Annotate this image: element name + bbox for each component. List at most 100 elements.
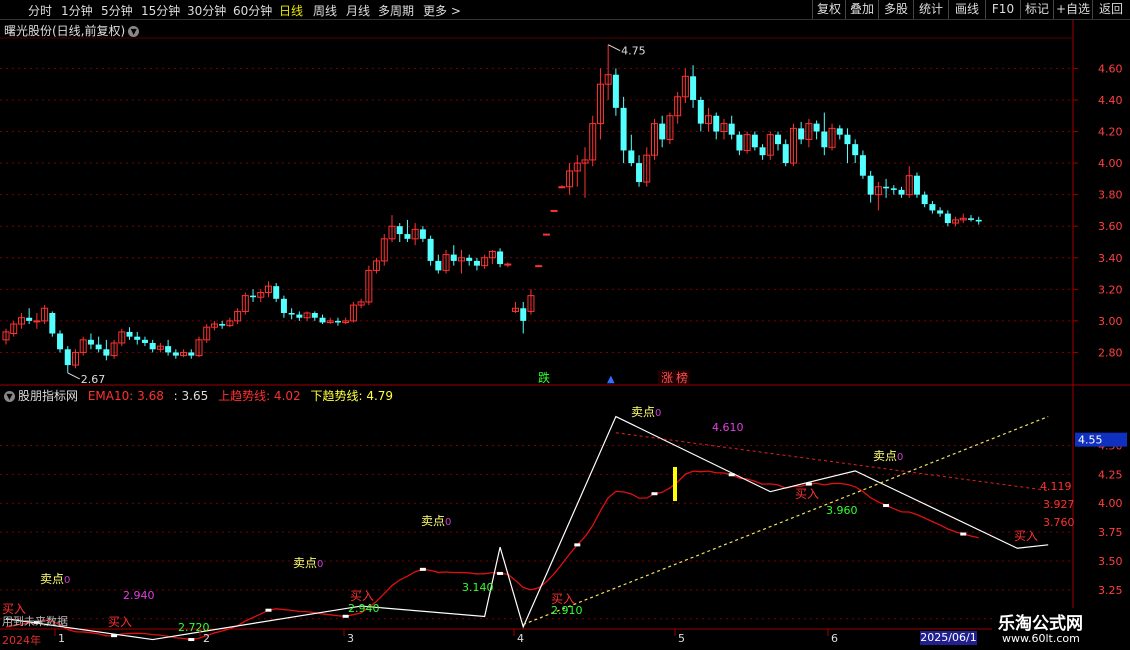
- upper-trendline: [615, 432, 1049, 491]
- ema-marker: [574, 543, 581, 547]
- sell-suffix: 0: [445, 517, 451, 528]
- high-pointer: [607, 44, 621, 52]
- ema-line: [5, 470, 979, 641]
- month-label: 1: [58, 632, 65, 645]
- candle-body: [736, 134, 743, 151]
- candle-body: [898, 189, 905, 195]
- indicator-value: 4.610: [712, 421, 744, 434]
- price-axis: 4.60 4.40 4.20 4.00 3.80 3.60 3.40 3.20 3.00 2.80…: [54, 62, 1127, 645]
- candle-body: [558, 186, 566, 189]
- chevron-down-icon[interactable]: ▼: [128, 26, 140, 37]
- candle-body: [728, 123, 735, 135]
- candle-body: [852, 144, 859, 156]
- candle-body: [775, 134, 781, 145]
- sell-suffix: 0: [655, 408, 661, 419]
- ema-marker: [419, 567, 426, 571]
- candle-body: [473, 260, 480, 266]
- indicator-value: 2.910: [551, 604, 583, 617]
- price-label: 4.40: [1098, 94, 1123, 107]
- candle-body: [404, 234, 411, 239]
- indicator-title: ▼ 股朋指标网 EMA10: 3.68 : 3.65 上趋势线: 4.02 下趋势…: [4, 387, 393, 404]
- signal-die: 跌: [538, 370, 550, 385]
- candle-body: [929, 204, 936, 211]
- price-label: 3.20: [1098, 283, 1123, 296]
- month-label: 4: [517, 632, 524, 645]
- upper-trend-label: 上趋势线: 4.02: [218, 389, 301, 403]
- candle-body: [280, 298, 287, 313]
- sell-suffix: 0: [64, 575, 70, 586]
- candle-body: [450, 254, 457, 261]
- signal-arrow: ▲: [607, 374, 615, 385]
- candle-body: [883, 186, 890, 189]
- price-label: 4.00: [1098, 157, 1123, 170]
- ind-axis-label: 4.00: [1098, 497, 1123, 510]
- stock-name: 曙光股份(日线,前复权): [4, 24, 126, 38]
- candle-body: [188, 352, 195, 356]
- candle-body: [311, 312, 318, 318]
- candle-body: [87, 339, 94, 345]
- ema-marker: [651, 492, 658, 496]
- current-value-label: 4.55: [1078, 434, 1103, 447]
- stock-chart[interactable]: 4.752.67 跌 ▲ 涨榜 卖点 0卖点 0卖点 0卖点 0卖点 0买入买入买入 买入买入买入…: [0, 0, 1130, 650]
- sell-label: 卖点: [40, 572, 64, 586]
- candle-body: [334, 320, 341, 323]
- sell-suffix: 0: [897, 452, 903, 463]
- month-label: 3: [347, 632, 354, 645]
- candle-body: [95, 344, 102, 350]
- candle-body: [57, 333, 64, 350]
- candle-body: [612, 74, 619, 108]
- candle-body: [921, 194, 928, 205]
- candle-body: [550, 209, 558, 212]
- month-label: 2: [203, 632, 210, 645]
- buy-label: 买入: [350, 589, 374, 603]
- candle-body: [520, 308, 527, 321]
- candle-body: [913, 175, 920, 195]
- indicator-value: 3.140: [462, 581, 494, 594]
- signal-bang: 榜: [676, 370, 688, 385]
- candle-body: [296, 314, 303, 318]
- candle-body: [126, 331, 133, 337]
- candles: 4.75 2.67 跌 ▲ 涨榜: [2, 44, 982, 386]
- ind-axis-label: 3.25: [1098, 584, 1123, 597]
- candle-body: [751, 134, 758, 148]
- candle-body: [844, 134, 851, 145]
- price-label: 4.20: [1098, 126, 1123, 139]
- candle-body: [141, 339, 148, 343]
- ind-axis-label: 3.75: [1098, 526, 1123, 539]
- ema-marker: [188, 638, 195, 642]
- month-label: 6: [831, 632, 838, 645]
- candle-body: [968, 218, 974, 220]
- buy-label: 买入: [108, 615, 132, 629]
- ema-value2: : 3.65: [173, 389, 209, 403]
- indicator-value: 3.927: [1043, 498, 1075, 511]
- candle-body: [937, 210, 944, 214]
- chevron-down-icon[interactable]: ▼: [4, 391, 15, 402]
- indicator-value: 3.760: [1043, 516, 1075, 529]
- candle-body: [975, 219, 982, 222]
- candle-body: [759, 147, 766, 156]
- price-label: 3.00: [1098, 315, 1123, 328]
- candle-body: [64, 349, 71, 366]
- indicator-name[interactable]: 股朋指标网: [18, 389, 78, 403]
- ema-label: EMA10: 3.68: [87, 389, 164, 403]
- candle-body: [288, 312, 295, 315]
- stock-title[interactable]: 曙光股份(日线,前复权) ▼: [4, 22, 140, 39]
- ema-marker: [960, 532, 967, 536]
- candle-body: [273, 286, 280, 299]
- candle-body: [636, 163, 643, 183]
- candle-body: [713, 115, 720, 132]
- sell-suffix: 0: [317, 559, 323, 570]
- indicator-value: 2.940: [123, 589, 155, 602]
- candle-body: [628, 150, 635, 164]
- candle-body: [435, 260, 442, 271]
- indicator-panel: 卖点 0卖点 0卖点 0卖点 0卖点 0买入买入买入 买入买入买入4.6104.1193.9…: [2, 405, 1075, 642]
- indicator-value: 2.940: [348, 602, 380, 615]
- month-label: 5: [678, 632, 685, 645]
- year-label: 2024年: [2, 634, 41, 647]
- candle-body: [419, 229, 426, 239]
- candle-body: [813, 123, 820, 132]
- ind-axis-label: 3.50: [1098, 555, 1123, 568]
- candle-body: [944, 213, 951, 224]
- price-label: 3.60: [1098, 220, 1123, 233]
- candle-body: [250, 295, 257, 298]
